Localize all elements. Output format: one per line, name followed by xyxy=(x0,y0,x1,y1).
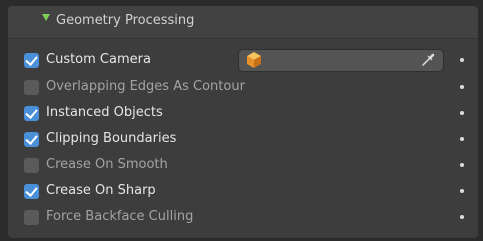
crease-on-sharp-label[interactable]: Crease On Sharp xyxy=(46,183,156,198)
animate-property-dot-icon[interactable] xyxy=(460,189,464,193)
force-backface-culling-label[interactable]: Force Backface Culling xyxy=(46,209,193,224)
force-backface-culling-checkbox[interactable] xyxy=(24,210,39,225)
custom-camera-checkbox[interactable] xyxy=(24,53,39,68)
crease-on-smooth-checkbox[interactable] xyxy=(24,158,39,173)
option-row-clipping-boundaries: Clipping Boundaries xyxy=(8,126,478,152)
crease-on-sharp-checkbox[interactable] xyxy=(24,184,39,199)
overlapping-edges-label[interactable]: Overlapping Edges As Contour xyxy=(46,79,245,94)
option-row-overlapping-edges: Overlapping Edges As Contour xyxy=(8,74,478,100)
options-list: Custom Camera Overlapping Edges As Conto… xyxy=(8,46,478,230)
option-row-instanced-objects: Instanced Objects xyxy=(8,100,478,126)
eyedropper-icon[interactable] xyxy=(421,53,435,67)
checkmark-icon xyxy=(25,106,38,119)
instanced-objects-checkbox[interactable] xyxy=(24,106,39,121)
clipping-boundaries-checkbox[interactable] xyxy=(24,132,39,147)
checkmark-icon xyxy=(25,184,38,197)
panel-header[interactable]: Geometry Processing xyxy=(8,6,478,39)
animate-property-dot-icon[interactable] xyxy=(460,137,464,141)
custom-camera-label[interactable]: Custom Camera xyxy=(46,52,151,67)
object-cube-icon xyxy=(247,52,261,68)
crease-on-smooth-label[interactable]: Crease On Smooth xyxy=(46,157,168,172)
option-row-custom-camera: Custom Camera xyxy=(8,46,478,74)
clipping-boundaries-label[interactable]: Clipping Boundaries xyxy=(46,131,176,146)
instanced-objects-label[interactable]: Instanced Objects xyxy=(46,105,163,120)
animate-property-dot-icon[interactable] xyxy=(460,58,464,62)
animate-property-dot-icon[interactable] xyxy=(460,85,464,89)
option-row-force-backface-culling: Force Backface Culling xyxy=(8,204,478,230)
camera-object-field[interactable] xyxy=(238,49,444,72)
disclosure-triangle-down-icon[interactable] xyxy=(42,14,50,21)
overlapping-edges-checkbox[interactable] xyxy=(24,80,39,95)
geometry-processing-panel: Geometry Processing Custom Camera Overla… xyxy=(8,6,478,238)
animate-property-dot-icon[interactable] xyxy=(460,163,464,167)
panel-title: Geometry Processing xyxy=(56,13,195,28)
option-row-crease-on-sharp: Crease On Sharp xyxy=(8,178,478,204)
checkmark-icon xyxy=(25,132,38,145)
checkmark-icon xyxy=(25,53,38,66)
animate-property-dot-icon[interactable] xyxy=(460,111,464,115)
animate-property-dot-icon[interactable] xyxy=(460,215,464,219)
option-row-crease-on-smooth: Crease On Smooth xyxy=(8,152,478,178)
